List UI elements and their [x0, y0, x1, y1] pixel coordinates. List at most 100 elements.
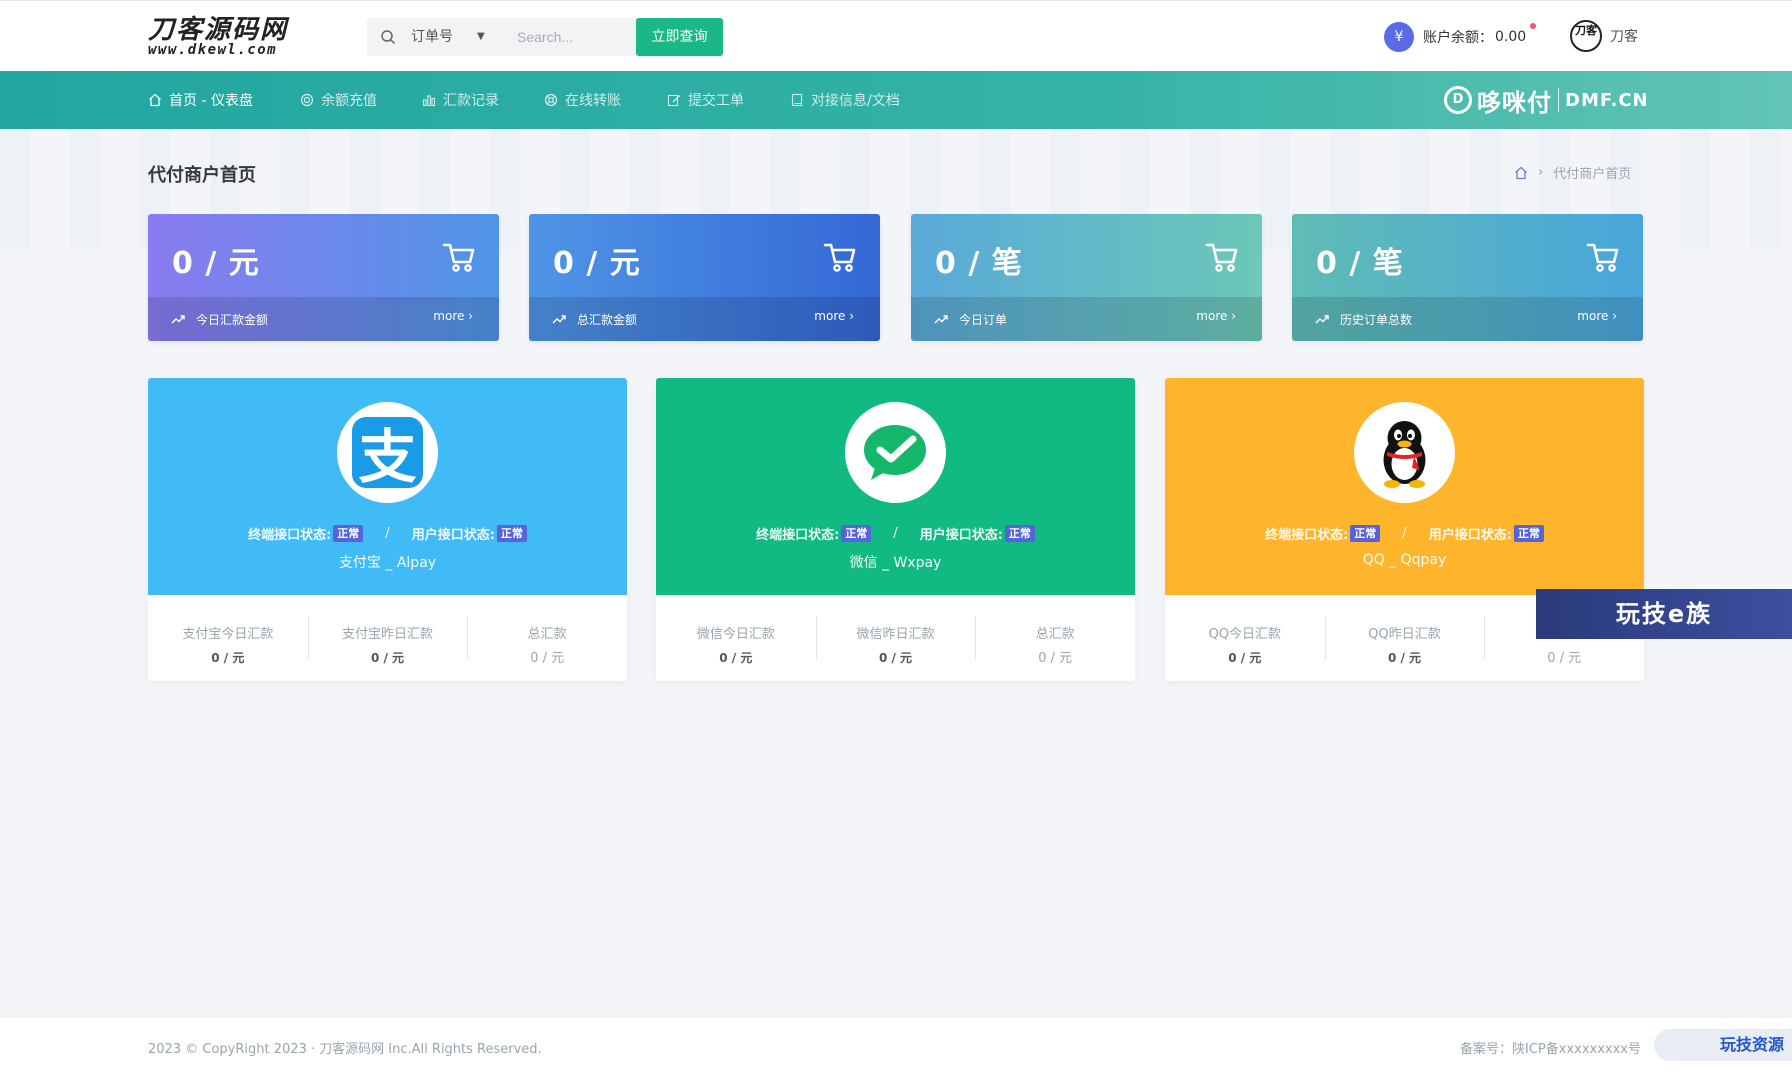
channel-name: QQ _ Qqpay: [1362, 552, 1447, 568]
user-name: 刀客: [1610, 29, 1638, 45]
nav-online-transfer[interactable]: 在线转账: [544, 71, 621, 129]
stat-value: 0 / 元: [172, 246, 260, 281]
stat-card: 0 / 笔 今日订单 more ›: [911, 214, 1262, 341]
stat-card-body: 0 / 元: [529, 214, 880, 297]
channel-stat: 支付宝昨日汇款 0 / 元: [307, 595, 468, 681]
home-icon: [149, 93, 161, 107]
stat-label: 历史订单总数: [1340, 313, 1413, 327]
page-title: 代付商户首页: [148, 165, 256, 186]
channel-stat-value: 0 / 元: [1547, 651, 1582, 666]
yen-icon: ¥: [1384, 22, 1414, 52]
nav-recharge[interactable]: 余额充值: [300, 71, 377, 129]
stat-value: 0 / 笔: [935, 246, 1023, 281]
bar-chart-icon: [422, 95, 436, 107]
shopping-cart-icon: [442, 243, 475, 272]
nav-integration-docs[interactable]: 对接信息/文档: [790, 71, 900, 129]
channel-stat-value: 0 / 元: [530, 651, 565, 666]
status-separator: /: [1402, 526, 1407, 541]
status-separator: /: [385, 526, 390, 541]
status-badge: 正常: [1004, 525, 1035, 542]
channel-stat-value: 0 / 元: [1038, 651, 1073, 666]
channel-stat-label: 支付宝今日汇款: [182, 627, 274, 642]
brand-logo-icon: D: [1444, 86, 1472, 114]
stat-card-footer: 总汇款金额 more ›: [529, 297, 880, 341]
payment-channel-card: 终端接口状态: 正常 / 用户接口状态: 正常 微信 _ Wxpay 微信今日汇…: [656, 378, 1135, 681]
footer-watermark: 玩技资源: [1654, 1029, 1792, 1061]
qq-penguin-icon: [1354, 402, 1455, 503]
more-link[interactable]: more ›: [1577, 309, 1617, 323]
terminal-status-label: 终端接口状态:: [1265, 528, 1349, 543]
search-type-select[interactable]: 订单号 ▼: [411, 18, 501, 56]
channel-header: 终端接口状态: 正常 / 用户接口状态: 正常 微信 _ Wxpay: [656, 378, 1135, 595]
stat-card-body: 0 / 笔: [1292, 214, 1643, 297]
nav-submit-ticket[interactable]: 提交工单: [667, 71, 744, 129]
channel-stats: 支付宝今日汇款 0 / 元 支付宝昨日汇款 0 / 元 总汇款 0 / 元: [148, 595, 627, 681]
stat-card-body: 0 / 元: [148, 214, 499, 297]
channel-stat: 微信今日汇款 0 / 元: [656, 595, 816, 681]
stat-value: 0 / 元: [553, 246, 641, 281]
balance-label: 账户余额：: [1423, 30, 1493, 46]
avatar: 刀客: [1570, 20, 1602, 52]
shopping-cart-icon: [1586, 243, 1619, 272]
search-type-value: 订单号: [411, 29, 453, 45]
interface-status: 终端接口状态: 正常 / 用户接口状态: 正常: [1165, 524, 1644, 543]
user-status-label: 用户接口状态:: [919, 528, 1003, 543]
shopping-cart-icon: [823, 243, 856, 272]
search-bar: 订单号 ▼ 立即查询: [367, 18, 723, 56]
status-separator: /: [893, 526, 898, 541]
stat-card-body: 0 / 笔: [911, 214, 1262, 297]
nav-dashboard[interactable]: 首页 - 仪表盘: [148, 71, 253, 129]
user-menu[interactable]: 刀客 刀客: [1570, 19, 1638, 53]
search-input[interactable]: [517, 18, 637, 56]
stat-card: 0 / 元 总汇款金额 more ›: [529, 214, 880, 341]
channel-stat-value: 0 / 元: [1387, 651, 1422, 665]
channel-name: 支付宝 _ Alpay: [338, 555, 437, 571]
stat-label: 今日汇款金额: [196, 313, 269, 327]
channel-stat: 微信昨日汇款 0 / 元: [815, 595, 976, 681]
stat-value: 0 / 笔: [1316, 246, 1404, 281]
footer-copyright: 2023 © CopyRight 2023 · 刀客源码网 Inc.All Ri…: [148, 1042, 542, 1057]
edit-icon: [667, 94, 680, 107]
nav-remittance-records[interactable]: 汇款记录: [422, 71, 499, 129]
top-header: 刀客源码网 www.dkewl.com 订单号 ▼ 立即查询 ¥ 账户余额： 0…: [0, 0, 1792, 71]
status-badge: 正常: [1350, 525, 1381, 542]
svg-text:支: 支: [358, 423, 416, 491]
nav-label: 汇款记录: [443, 93, 499, 109]
status-badge: 正常: [496, 525, 527, 542]
user-status-label: 用户接口状态:: [1428, 528, 1512, 543]
partner-brand: D 哆咪付 DMF.CN: [1444, 83, 1649, 117]
logo-url: www.dkewl.com: [148, 42, 278, 58]
nav-label: 对接信息/文档: [811, 93, 900, 109]
stat-card-footer: 今日订单 more ›: [911, 297, 1262, 341]
search-button[interactable]: 立即查询: [636, 18, 723, 56]
stat-card: 0 / 元 今日汇款金额 more ›: [148, 214, 499, 341]
terminal-status-label: 终端接口状态:: [756, 528, 840, 543]
more-link[interactable]: more ›: [433, 309, 473, 323]
more-link[interactable]: more ›: [814, 309, 854, 323]
nav-label: 提交工单: [688, 93, 744, 109]
channel-stat-label: 总汇款: [527, 627, 567, 642]
status-badge: 正常: [841, 525, 872, 542]
notification-dot: [1530, 23, 1536, 29]
breadcrumb-current: 代付商户首页: [1553, 167, 1632, 182]
wechat-icon: [845, 402, 946, 503]
interface-status: 终端接口状态: 正常 / 用户接口状态: 正常: [656, 524, 1135, 543]
life-ring-icon: [544, 93, 558, 107]
nav-label: 首页 - 仪表盘: [169, 93, 253, 109]
channel-stat-value: 0 / 元: [719, 651, 753, 665]
channel-stat-label: 微信今日汇款: [696, 627, 775, 642]
footer-icp[interactable]: 备案号：陕ICP备xxxxxxxxx号: [1460, 1038, 1641, 1057]
trending-up-icon: [934, 315, 948, 324]
stat-card-footer: 历史订单总数 more ›: [1292, 297, 1643, 341]
channel-stat-label: QQ今日汇款: [1208, 627, 1282, 642]
main-nav: 首页 - 仪表盘 余额充值 汇款记录 在线转账 提交工单 对接信息/文档 D 哆…: [0, 71, 1792, 129]
site-logo[interactable]: 刀客源码网 www.dkewl.com: [148, 17, 348, 57]
channel-stat-label: 总汇款: [1035, 627, 1075, 642]
stat-card: 0 / 笔 历史订单总数 more ›: [1292, 214, 1643, 341]
logo-title: 刀客源码网: [148, 15, 289, 45]
home-icon[interactable]: [1514, 166, 1528, 180]
channel-stat: 支付宝今日汇款 0 / 元: [148, 595, 308, 681]
channel-name: 微信 _ Wxpay: [849, 555, 942, 571]
account-balance[interactable]: ¥ 账户余额： 0.00: [1384, 21, 1536, 53]
more-link[interactable]: more ›: [1196, 309, 1236, 323]
